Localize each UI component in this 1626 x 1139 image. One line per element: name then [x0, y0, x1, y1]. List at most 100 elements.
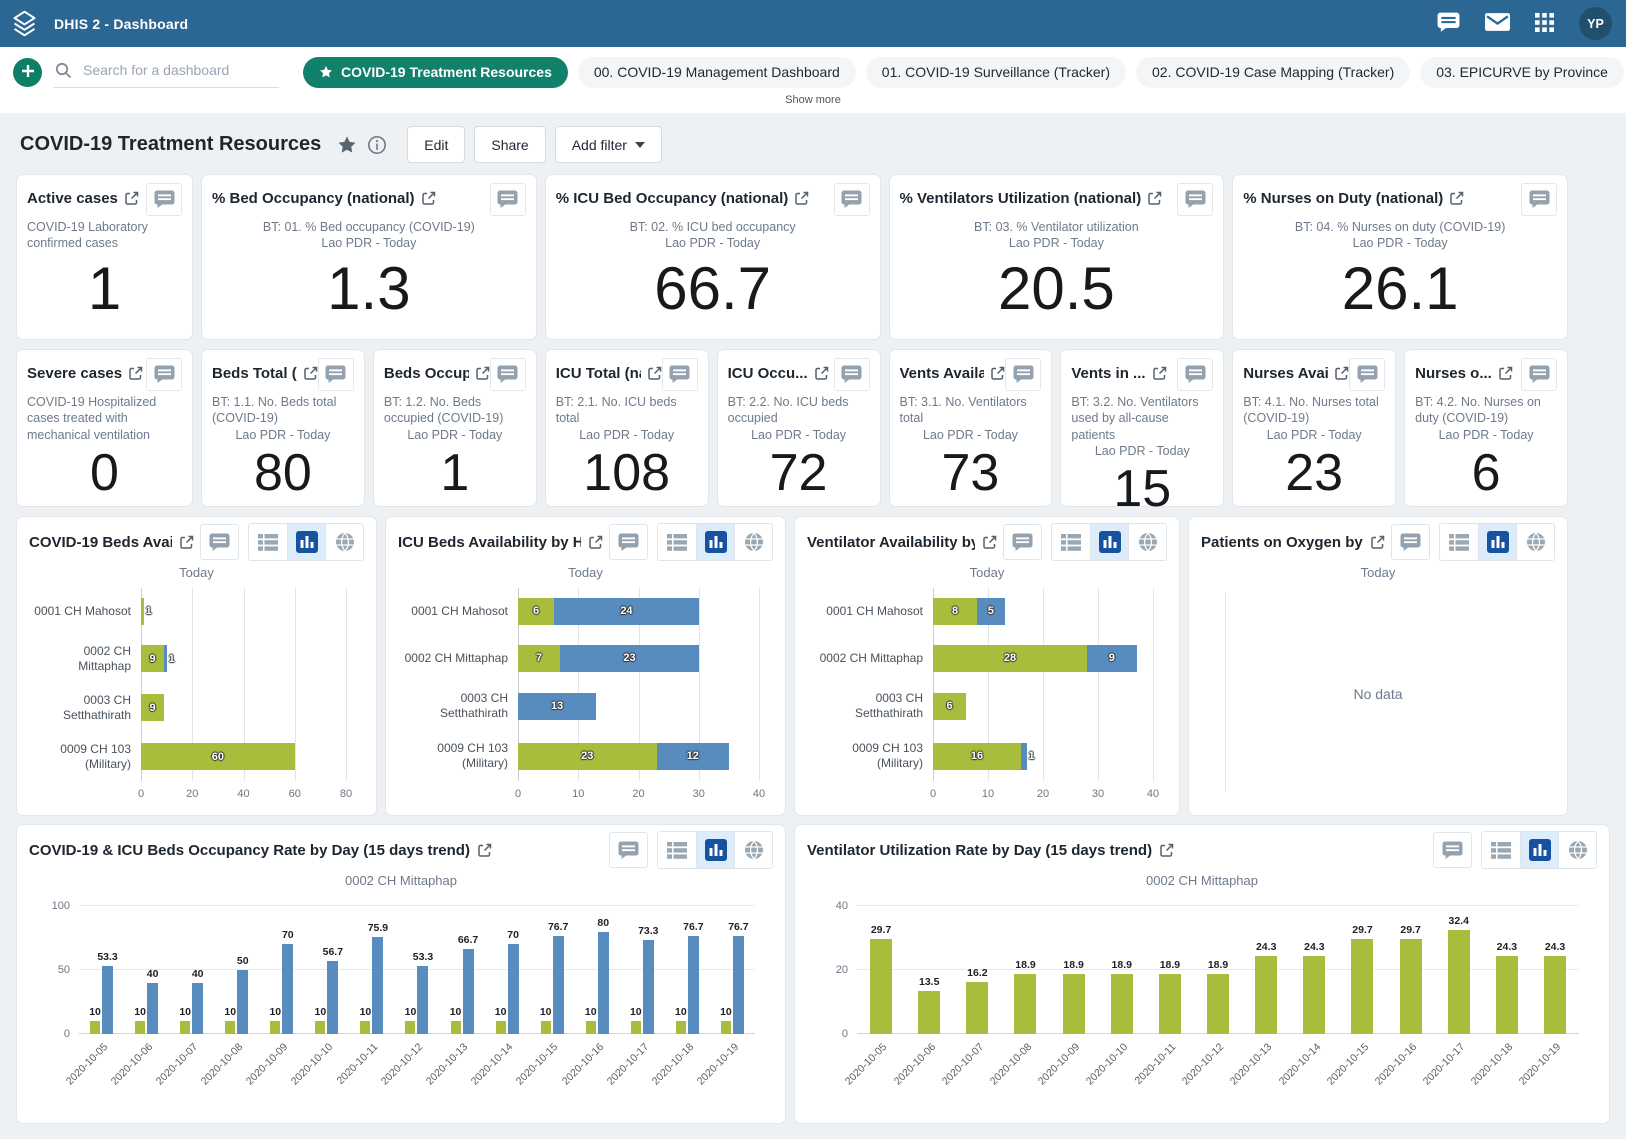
card-title-link[interactable]: Beds Occupie... [384, 358, 490, 382]
dashboard-chip[interactable]: 01. COVID-19 Surveillance (Tracker) [866, 57, 1126, 88]
comments-button[interactable] [1177, 358, 1213, 391]
bar[interactable]: 73.3 [643, 940, 654, 1034]
card-title-link[interactable]: Vents in ... [1071, 358, 1166, 382]
bar[interactable]: 18.9 [1111, 974, 1133, 1034]
bar[interactable]: 32.4 [1448, 930, 1470, 1034]
bar-segment[interactable]: 1 [1021, 743, 1027, 770]
table-view-button[interactable] [658, 524, 696, 560]
bar[interactable]: 50 [237, 970, 248, 1034]
card-title-link[interactable]: % Nurses on Duty (national) [1243, 183, 1464, 207]
bar[interactable]: 18.9 [1159, 974, 1181, 1034]
bar[interactable]: 29.7 [1400, 939, 1422, 1034]
comments-button[interactable] [1433, 832, 1472, 868]
bar-segment[interactable]: 6 [933, 693, 966, 720]
comments-button[interactable] [834, 183, 870, 216]
table-view-button[interactable] [1482, 832, 1520, 868]
card-title-link[interactable]: ICU Occu... [728, 358, 829, 382]
bar-segment[interactable]: 9 [1087, 645, 1137, 672]
bar[interactable]: 10 [90, 1021, 100, 1034]
bar[interactable]: 10 [451, 1021, 461, 1034]
comments-button[interactable] [490, 358, 526, 391]
bar[interactable]: 10 [270, 1021, 280, 1034]
apps-menu-button[interactable] [1535, 13, 1554, 35]
new-dashboard-button[interactable] [13, 58, 42, 87]
share-button[interactable]: Share [474, 126, 545, 163]
messages-button[interactable] [1485, 13, 1510, 34]
card-title-link[interactable]: Active cases [27, 183, 139, 207]
comments-button[interactable] [1349, 358, 1385, 391]
comments-button[interactable] [146, 358, 182, 391]
bar-segment[interactable]: 12 [657, 743, 729, 770]
card-title-link[interactable]: Nurses o... [1415, 358, 1513, 382]
bar[interactable]: 10 [496, 1021, 506, 1034]
bar[interactable]: 13.5 [918, 991, 940, 1034]
map-view-button[interactable] [734, 524, 772, 560]
bar-segment[interactable]: 9 [141, 645, 164, 672]
bar[interactable]: 10 [721, 1021, 731, 1034]
bar[interactable]: 24.3 [1496, 956, 1518, 1034]
bar[interactable]: 18.9 [1063, 974, 1085, 1034]
bar[interactable]: 70 [282, 944, 293, 1034]
bar-segment[interactable]: 9 [141, 694, 164, 721]
dashboard-chip[interactable]: 02. COVID-19 Case Mapping (Tracker) [1136, 57, 1410, 88]
comments-button[interactable] [609, 524, 648, 560]
bar[interactable]: 18.9 [1207, 974, 1229, 1034]
comments-button[interactable] [146, 183, 182, 216]
comments-button[interactable] [1003, 524, 1042, 560]
dashboard-chip[interactable]: COVID-19 Treatment Resources [303, 57, 568, 88]
chart-view-button[interactable] [1090, 524, 1128, 560]
card-title-link[interactable]: ICU Total (nat... [556, 358, 662, 382]
table-view-button[interactable] [249, 524, 287, 560]
bar[interactable]: 10 [360, 1021, 370, 1034]
map-view-button[interactable] [1128, 524, 1166, 560]
bar[interactable]: 76.7 [733, 936, 744, 1034]
dhis2-logo[interactable] [0, 0, 48, 47]
map-view-button[interactable] [325, 524, 363, 560]
bar[interactable]: 10 [135, 1021, 145, 1034]
table-view-button[interactable] [658, 832, 696, 868]
bar-segment[interactable]: 7 [518, 645, 560, 672]
bar[interactable]: 18.9 [1014, 974, 1036, 1034]
comments-button[interactable] [200, 524, 239, 560]
show-more-link[interactable]: Show more [0, 88, 1626, 113]
comments-button[interactable] [1521, 183, 1557, 216]
bar[interactable]: 53.3 [417, 966, 428, 1034]
bar[interactable]: 16.2 [966, 982, 988, 1034]
comments-button[interactable] [1005, 358, 1041, 391]
add-filter-button[interactable]: Add filter [555, 126, 662, 163]
bar-segment[interactable]: 60 [141, 743, 295, 770]
bar-segment[interactable]: 8 [933, 598, 977, 625]
chart-view-button[interactable] [696, 524, 734, 560]
bar-segment[interactable]: 16 [933, 743, 1021, 770]
bar-segment[interactable]: 28 [933, 645, 1087, 672]
bar-segment[interactable]: 24 [554, 598, 699, 625]
bar-segment[interactable]: 23 [560, 645, 699, 672]
bar[interactable]: 10 [541, 1021, 551, 1034]
bar[interactable]: 53.3 [102, 966, 113, 1034]
chart-title-link[interactable]: Ventilator Utilization Rate by Day (15 d… [807, 842, 1174, 859]
bar[interactable]: 76.7 [688, 936, 699, 1034]
chart-view-button[interactable] [696, 832, 734, 868]
map-view-button[interactable] [734, 832, 772, 868]
map-view-button[interactable] [1558, 832, 1596, 868]
chart-view-button[interactable] [287, 524, 325, 560]
bar[interactable]: 24.3 [1255, 956, 1277, 1034]
bar[interactable]: 10 [405, 1021, 415, 1034]
chart-title-link[interactable]: Patients on Oxygen by Ho... [1201, 534, 1385, 551]
bar[interactable]: 80 [598, 932, 609, 1034]
bar[interactable]: 10 [225, 1021, 235, 1034]
bar-segment[interactable]: 1 [164, 645, 167, 672]
bar[interactable]: 29.7 [1351, 939, 1373, 1034]
dashboard-search[interactable] [53, 56, 279, 88]
card-title-link[interactable]: % Ventilators Utilization (national) [900, 183, 1163, 207]
dashboard-search-input[interactable] [81, 61, 277, 79]
card-title-link[interactable]: Severe cases [27, 358, 143, 382]
chart-view-button[interactable] [1478, 524, 1516, 560]
bar[interactable]: 66.7 [463, 949, 474, 1034]
comments-button[interactable] [1177, 183, 1213, 216]
bar[interactable]: 56.7 [327, 961, 338, 1034]
chart-title-link[interactable]: COVID-19 & ICU Beds Occupancy Rate by Da… [29, 842, 492, 859]
comments-button[interactable] [1521, 358, 1557, 391]
comments-button[interactable] [609, 832, 648, 868]
bar-segment[interactable]: 23 [518, 743, 657, 770]
